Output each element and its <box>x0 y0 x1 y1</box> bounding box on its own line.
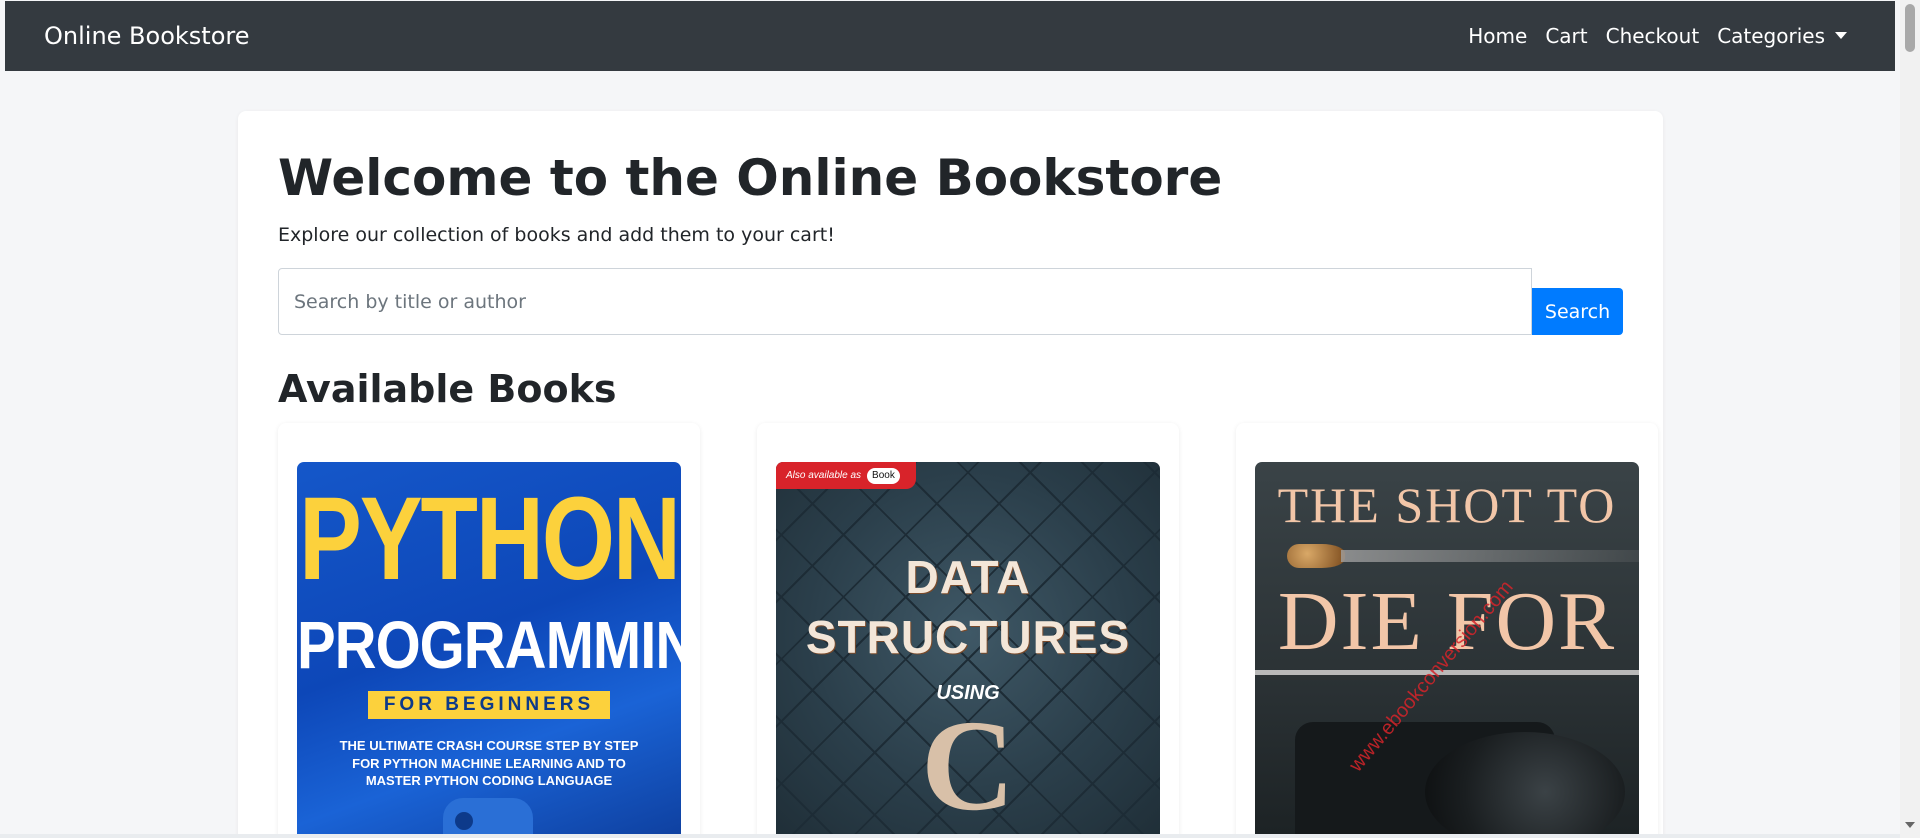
cover-text: PROGRAMMING <box>297 608 681 683</box>
navbar: Online Bookstore Home Cart Checkout Cate… <box>5 1 1895 71</box>
section-title-available-books: Available Books <box>278 367 617 411</box>
page-title: Welcome to the Online Bookstore <box>278 149 1223 207</box>
bullet-icon <box>1287 544 1345 568</box>
book-card[interactable]: PYTHON PROGRAMMING FOR BEGINNERS THE ULT… <box>278 423 700 838</box>
cover-text: DATA <box>905 551 1031 603</box>
nav-dropdown-categories[interactable]: Categories <box>1708 24 1856 48</box>
cover-text: C <box>921 694 1015 838</box>
book-cover-image[interactable]: THE SHOT TO DIE FOR www.ebookconversion.… <box>1255 462 1639 838</box>
cover-text: STRUCTURES <box>805 611 1131 663</box>
scroll-down-arrow-icon[interactable] <box>1905 822 1915 828</box>
ebook-icon: Book <box>867 468 900 484</box>
search-button[interactable]: Search <box>1532 288 1623 335</box>
cover-text: THE SHOT TO <box>1277 477 1617 533</box>
cover-tag: Also available as Book <box>776 462 916 489</box>
scrollbar-thumb[interactable] <box>1905 4 1915 52</box>
viewport-bottom-edge <box>0 834 1900 838</box>
nav-link-categories-label: Categories <box>1717 24 1825 48</box>
nav-link-home[interactable]: Home <box>1459 24 1536 48</box>
nav-links: Home Cart Checkout Categories <box>1459 24 1856 48</box>
nav-link-checkout[interactable]: Checkout <box>1597 24 1709 48</box>
search-form: Search <box>278 268 1623 335</box>
search-input[interactable] <box>278 268 1533 335</box>
cover-tag-text: Also available as <box>786 470 862 481</box>
caret-down-icon <box>1835 32 1847 39</box>
page-lead: Explore our collection of books and add … <box>278 224 835 246</box>
book-cover-image[interactable]: PYTHON PROGRAMMING FOR BEGINNERS THE ULT… <box>297 462 681 838</box>
main-container: Welcome to the Online Bookstore Explore … <box>238 111 1663 838</box>
navbar-brand[interactable]: Online Bookstore <box>44 22 249 50</box>
book-list: PYTHON PROGRAMMING FOR BEGINNERS THE ULT… <box>278 423 1658 838</box>
nav-link-cart[interactable]: Cart <box>1536 24 1596 48</box>
book-cover-image[interactable]: Also available as Book DATA STRUCTURES US… <box>776 462 1160 838</box>
book-card[interactable]: THE SHOT TO DIE FOR www.ebookconversion.… <box>1236 423 1658 838</box>
cover-text: PYTHON <box>299 472 681 604</box>
book-card[interactable]: Also available as Book DATA STRUCTURES US… <box>757 423 1179 838</box>
bullet-trail <box>1341 550 1639 562</box>
camera-lens <box>1425 732 1625 838</box>
cover-text: FOR BEGINNERS <box>367 691 611 719</box>
cover-text: THE ULTIMATE CRASH COURSE STEP BY STEP F… <box>339 738 639 789</box>
python-logo-eye <box>455 812 473 830</box>
vertical-scrollbar[interactable] <box>1900 0 1920 838</box>
